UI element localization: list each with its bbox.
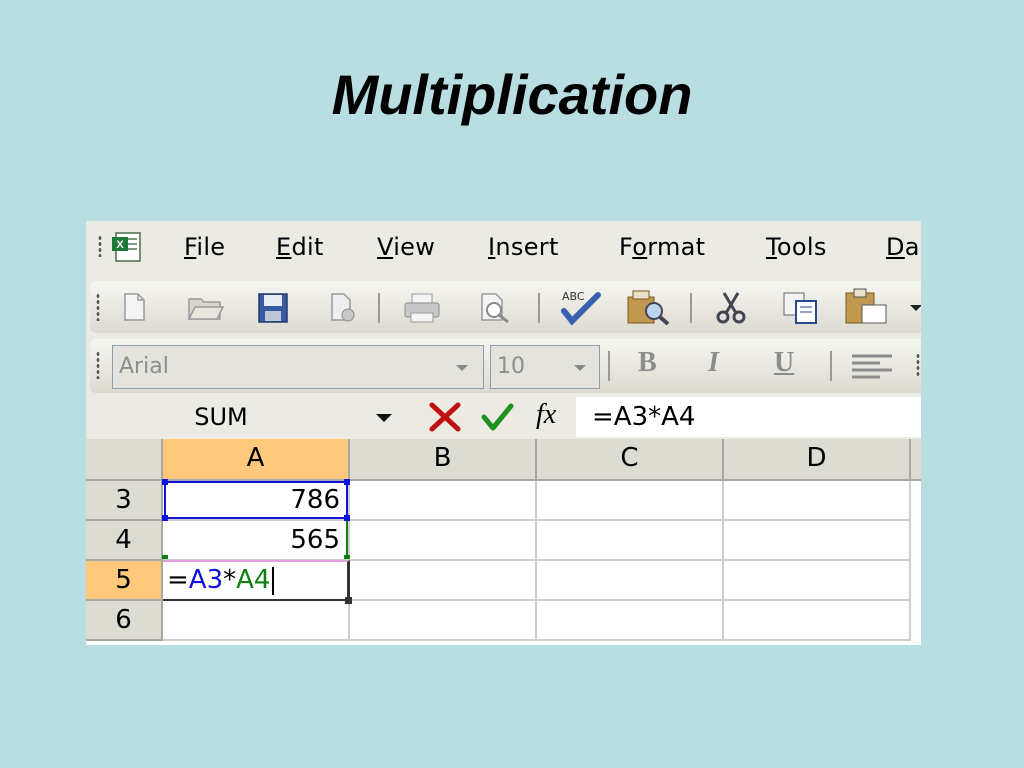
- cell-b3[interactable]: [350, 481, 537, 521]
- menu-insert[interactable]: Insert: [488, 233, 559, 261]
- active-cell-border: [163, 560, 350, 601]
- column-header-a[interactable]: A: [163, 439, 350, 481]
- menu-edit[interactable]: Edit: [276, 233, 324, 261]
- toolbar-grip[interactable]: [96, 293, 100, 321]
- cell-d5[interactable]: [724, 561, 911, 601]
- reference-box-a3: [164, 481, 348, 519]
- research-icon[interactable]: [624, 287, 672, 327]
- svg-text:X: X: [116, 239, 124, 251]
- select-all-corner[interactable]: [86, 439, 163, 481]
- menu-bar: X File Edit View Insert Format Tools Da: [86, 221, 921, 277]
- new-document-icon[interactable]: [118, 291, 150, 323]
- cell-c6[interactable]: [537, 601, 724, 641]
- toolbar-separator: [378, 293, 380, 323]
- paste-icon[interactable]: [842, 287, 892, 327]
- cancel-x-icon[interactable]: [428, 401, 462, 433]
- cell-b5[interactable]: [350, 561, 537, 601]
- cell-b4[interactable]: [350, 521, 537, 561]
- cell-b6[interactable]: [350, 601, 537, 641]
- formula-input[interactable]: =A3*A4: [576, 397, 921, 437]
- underline-button[interactable]: U: [774, 347, 794, 379]
- reference-handle: [162, 479, 168, 485]
- row-header-5[interactable]: 5: [86, 561, 163, 601]
- cell-d3[interactable]: [724, 481, 911, 521]
- font-dropdown-arrow[interactable]: [456, 365, 468, 371]
- toolbar-overflow-grip[interactable]: [916, 353, 920, 377]
- cell-c3[interactable]: [537, 481, 724, 521]
- cell-c4[interactable]: [537, 521, 724, 561]
- enter-checkmark-icon[interactable]: [480, 401, 514, 433]
- menu-file[interactable]: File: [184, 233, 225, 261]
- paste-dropdown-arrow[interactable]: [910, 305, 921, 311]
- toolbar-separator: [608, 351, 610, 381]
- menu-tools[interactable]: Tools: [766, 233, 827, 261]
- size-dropdown-arrow[interactable]: [574, 365, 586, 371]
- cell-c5[interactable]: [537, 561, 724, 601]
- cell-a6[interactable]: [163, 601, 350, 641]
- reference-handle: [344, 479, 350, 485]
- font-name-box[interactable]: Arial: [112, 345, 484, 389]
- slide-title: Multiplication: [331, 63, 693, 126]
- name-box[interactable]: SUM: [86, 397, 356, 437]
- svg-text:ABC: ABC: [562, 290, 585, 303]
- open-folder-icon[interactable]: [186, 291, 226, 323]
- toolbar-separator: [690, 293, 692, 323]
- italic-button[interactable]: I: [708, 347, 719, 379]
- spelling-check-icon[interactable]: ABC: [556, 287, 606, 327]
- reference-box-a4: [164, 521, 348, 559]
- menu-view[interactable]: View: [377, 233, 435, 261]
- print-icon[interactable]: [402, 291, 442, 325]
- toolbar-separator: [830, 351, 832, 381]
- formula-bar: SUM fx =A3*A4: [86, 395, 921, 439]
- column-header-d[interactable]: D: [724, 439, 911, 481]
- row-header-4[interactable]: 4: [86, 521, 163, 561]
- column-header-b[interactable]: B: [350, 439, 537, 481]
- bold-button[interactable]: B: [638, 347, 657, 379]
- toolbar-separator: [538, 293, 540, 323]
- insert-function-button[interactable]: fx: [536, 399, 556, 431]
- spreadsheet-grid: A B C D 3 786 4 565 5 =A3*A4 6: [86, 439, 921, 645]
- excel-window: X File Edit View Insert Format Tools Da: [86, 221, 921, 645]
- save-icon[interactable]: [256, 291, 290, 325]
- cell-d4[interactable]: [724, 521, 911, 561]
- menu-data[interactable]: Da: [886, 233, 920, 261]
- reference-handle: [344, 555, 350, 559]
- row-header-3[interactable]: 3: [86, 481, 163, 521]
- excel-app-icon[interactable]: X: [110, 230, 144, 264]
- row-header-6[interactable]: 6: [86, 601, 163, 641]
- print-preview-icon[interactable]: [476, 291, 516, 325]
- cell-d6[interactable]: [724, 601, 911, 641]
- standard-toolbar: ABC: [90, 281, 921, 333]
- toolbar-grip[interactable]: [96, 351, 100, 379]
- menu-grip[interactable]: [98, 235, 102, 257]
- name-box-dropdown-arrow[interactable]: [376, 414, 392, 422]
- fill-handle[interactable]: [345, 597, 352, 604]
- column-header-e-partial[interactable]: [911, 439, 921, 481]
- copy-icon[interactable]: [780, 289, 824, 325]
- align-left-icon[interactable]: [850, 351, 894, 381]
- cut-icon[interactable]: [714, 289, 748, 325]
- reference-handle: [162, 555, 168, 559]
- permission-icon[interactable]: [324, 291, 360, 325]
- menu-format[interactable]: Format: [619, 233, 705, 261]
- column-header-c[interactable]: C: [537, 439, 724, 481]
- formatting-toolbar: Arial 10 B I U: [90, 339, 921, 393]
